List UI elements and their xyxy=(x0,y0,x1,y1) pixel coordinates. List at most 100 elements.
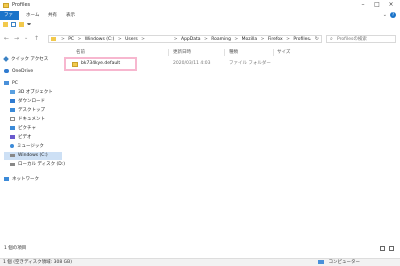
cloud-icon xyxy=(4,68,9,73)
folder-icon xyxy=(51,37,56,41)
breadcrumb-windows-c[interactable]: Windows (C:) xyxy=(85,37,115,42)
sidebar-item-label: ネットワーク xyxy=(12,177,39,182)
file-date: 2020/03/11 4:03 xyxy=(173,61,211,66)
sidebar-item-desktop[interactable]: デスクトップ xyxy=(10,107,62,115)
breadcrumb-separator: > xyxy=(61,37,65,42)
tab-share[interactable]: 共有 xyxy=(44,11,61,20)
breadcrumb-roaming[interactable]: Roaming xyxy=(211,37,231,42)
navigation-pane: クイック アクセス OneDrive PC 3D オブジェクト ダウンロード デ… xyxy=(0,48,66,246)
sidebar-item-music[interactable]: ミュージック xyxy=(10,143,62,151)
breadcrumb-separator: > xyxy=(117,37,122,42)
column-header-type[interactable]: 種類 xyxy=(229,48,238,57)
network-icon xyxy=(4,176,9,181)
video-icon xyxy=(10,134,15,139)
breadcrumb: > PC > Windows (C:) > Users > > AppData … xyxy=(59,36,310,43)
folder-icon xyxy=(72,62,78,67)
sidebar-item-label: 3D オブジェクト xyxy=(18,90,53,95)
desktop-icon xyxy=(10,107,15,112)
large-icons-view-icon[interactable] xyxy=(389,246,394,251)
column-divider[interactable] xyxy=(224,49,225,56)
minimize-button[interactable]: – xyxy=(360,2,366,8)
sidebar-item-label: ダウンロード xyxy=(18,99,45,104)
sidebar-item-windows-c[interactable]: Windows (C:) xyxy=(4,152,62,160)
pc-icon xyxy=(4,80,9,85)
sidebar-item-3d-objects[interactable]: 3D オブジェクト xyxy=(10,89,62,97)
item-count: 1 個の項目 xyxy=(4,246,27,251)
address-dropdown-icon[interactable]: ⌄ xyxy=(308,36,312,42)
folder-icon[interactable] xyxy=(3,22,8,27)
column-header-name[interactable]: 名前 xyxy=(76,48,85,57)
window-title: Profiles xyxy=(12,2,31,8)
column-header-size[interactable]: サイズ xyxy=(277,48,290,57)
drive-icon xyxy=(10,153,15,157)
sidebar-item-onedrive[interactable]: OneDrive xyxy=(4,68,62,76)
breadcrumb-separator: > xyxy=(203,37,208,42)
sidebar-item-local-disk-d[interactable]: ローカル ディスク (D:) xyxy=(10,161,66,169)
column-divider[interactable] xyxy=(168,49,169,56)
sidebar-item-quick-access[interactable]: クイック アクセス xyxy=(3,55,62,64)
search-icon: ⌕ xyxy=(330,36,333,42)
sidebar-item-label: OneDrive xyxy=(12,69,34,74)
document-icon xyxy=(10,116,15,121)
address-bar[interactable]: > PC > Windows (C:) > Users > > AppData … xyxy=(48,35,322,43)
tab-view[interactable]: 表示 xyxy=(62,11,79,20)
search-input[interactable] xyxy=(337,36,392,42)
cube-icon xyxy=(10,89,15,94)
properties-icon[interactable] xyxy=(11,22,16,27)
column-divider[interactable] xyxy=(273,49,274,56)
breadcrumb-firefox[interactable]: Firefox xyxy=(268,37,283,42)
status-free-space: 1 個 (空きディスク領域: 308 GB) xyxy=(3,260,72,265)
breadcrumb-mozilla[interactable]: Mozilla xyxy=(242,37,258,42)
search-box[interactable]: ⌕ xyxy=(326,35,396,43)
breadcrumb-pc[interactable]: PC xyxy=(68,37,74,42)
ribbon-expand-icon[interactable]: ⌄ xyxy=(383,12,387,18)
tab-file[interactable]: ファイル xyxy=(0,11,19,27)
sidebar-item-pictures[interactable]: ピクチャ xyxy=(10,125,62,133)
back-button[interactable]: ← xyxy=(4,35,9,42)
chevron-down-icon[interactable] xyxy=(27,23,31,26)
download-icon xyxy=(10,98,15,103)
address-row: ← → ⌄ ↑ > PC > Windows (C:) > Users > > … xyxy=(0,33,400,45)
title-bar: Profiles – □ × xyxy=(0,0,400,11)
sidebar-item-downloads[interactable]: ダウンロード xyxy=(10,98,62,106)
forward-button[interactable]: → xyxy=(14,35,19,42)
sidebar-item-label: Windows (C:) xyxy=(18,153,48,158)
sidebar-item-label: ピクチャ xyxy=(18,126,36,131)
breadcrumb-separator: > xyxy=(286,37,290,42)
drive-icon xyxy=(10,162,15,166)
tab-home[interactable]: ホーム xyxy=(22,11,43,20)
sidebar-item-network[interactable]: ネットワーク xyxy=(4,176,62,184)
column-header-date[interactable]: 更新日時 xyxy=(173,48,191,57)
sidebar-item-label: ドキュメント xyxy=(18,117,45,122)
details-view-icon[interactable] xyxy=(380,246,385,251)
breadcrumb-separator: > xyxy=(234,37,239,42)
sidebar-item-pc[interactable]: PC xyxy=(4,80,62,88)
sidebar-item-label: PC xyxy=(12,81,18,86)
explorer-window: Profiles – □ × ファイル ホーム 共有 表示 ⌄ ? ← → ⌄ … xyxy=(0,0,400,258)
sidebar-item-label: ビデオ xyxy=(18,135,32,140)
breadcrumb-appdata[interactable]: AppData xyxy=(181,37,201,42)
status-zone: コンピューター xyxy=(328,260,361,265)
help-icon[interactable]: ? xyxy=(390,12,396,18)
folder-icon xyxy=(3,3,9,8)
breadcrumb-separator: > xyxy=(173,37,178,42)
breadcrumb-separator: > xyxy=(77,37,82,42)
sidebar-item-videos[interactable]: ビデオ xyxy=(10,134,62,142)
sidebar-item-label: ミュージック xyxy=(17,144,44,149)
quick-access-toolbar xyxy=(0,20,400,30)
computer-icon xyxy=(318,260,324,264)
breadcrumb-users[interactable]: Users xyxy=(125,37,138,42)
sidebar-item-documents[interactable]: ドキュメント xyxy=(10,116,62,124)
breadcrumb-separator: > xyxy=(260,37,265,42)
status-bar: 1 個 (空きディスク領域: 308 GB) コンピューター xyxy=(0,258,400,266)
up-button[interactable]: ↑ xyxy=(34,35,39,42)
sidebar-item-label: デスクトップ xyxy=(18,108,45,113)
list-item[interactable]: bk734kye.default xyxy=(64,57,137,71)
sidebar-item-label: ローカル ディスク (D:) xyxy=(18,162,66,167)
new-folder-icon[interactable] xyxy=(19,22,24,27)
file-name: bk734kye.default xyxy=(81,61,121,66)
maximize-button[interactable]: □ xyxy=(374,2,380,8)
close-button[interactable]: × xyxy=(388,2,394,8)
refresh-icon[interactable]: ↻ xyxy=(315,36,319,42)
recent-locations-button[interactable]: ⌄ xyxy=(24,35,28,42)
